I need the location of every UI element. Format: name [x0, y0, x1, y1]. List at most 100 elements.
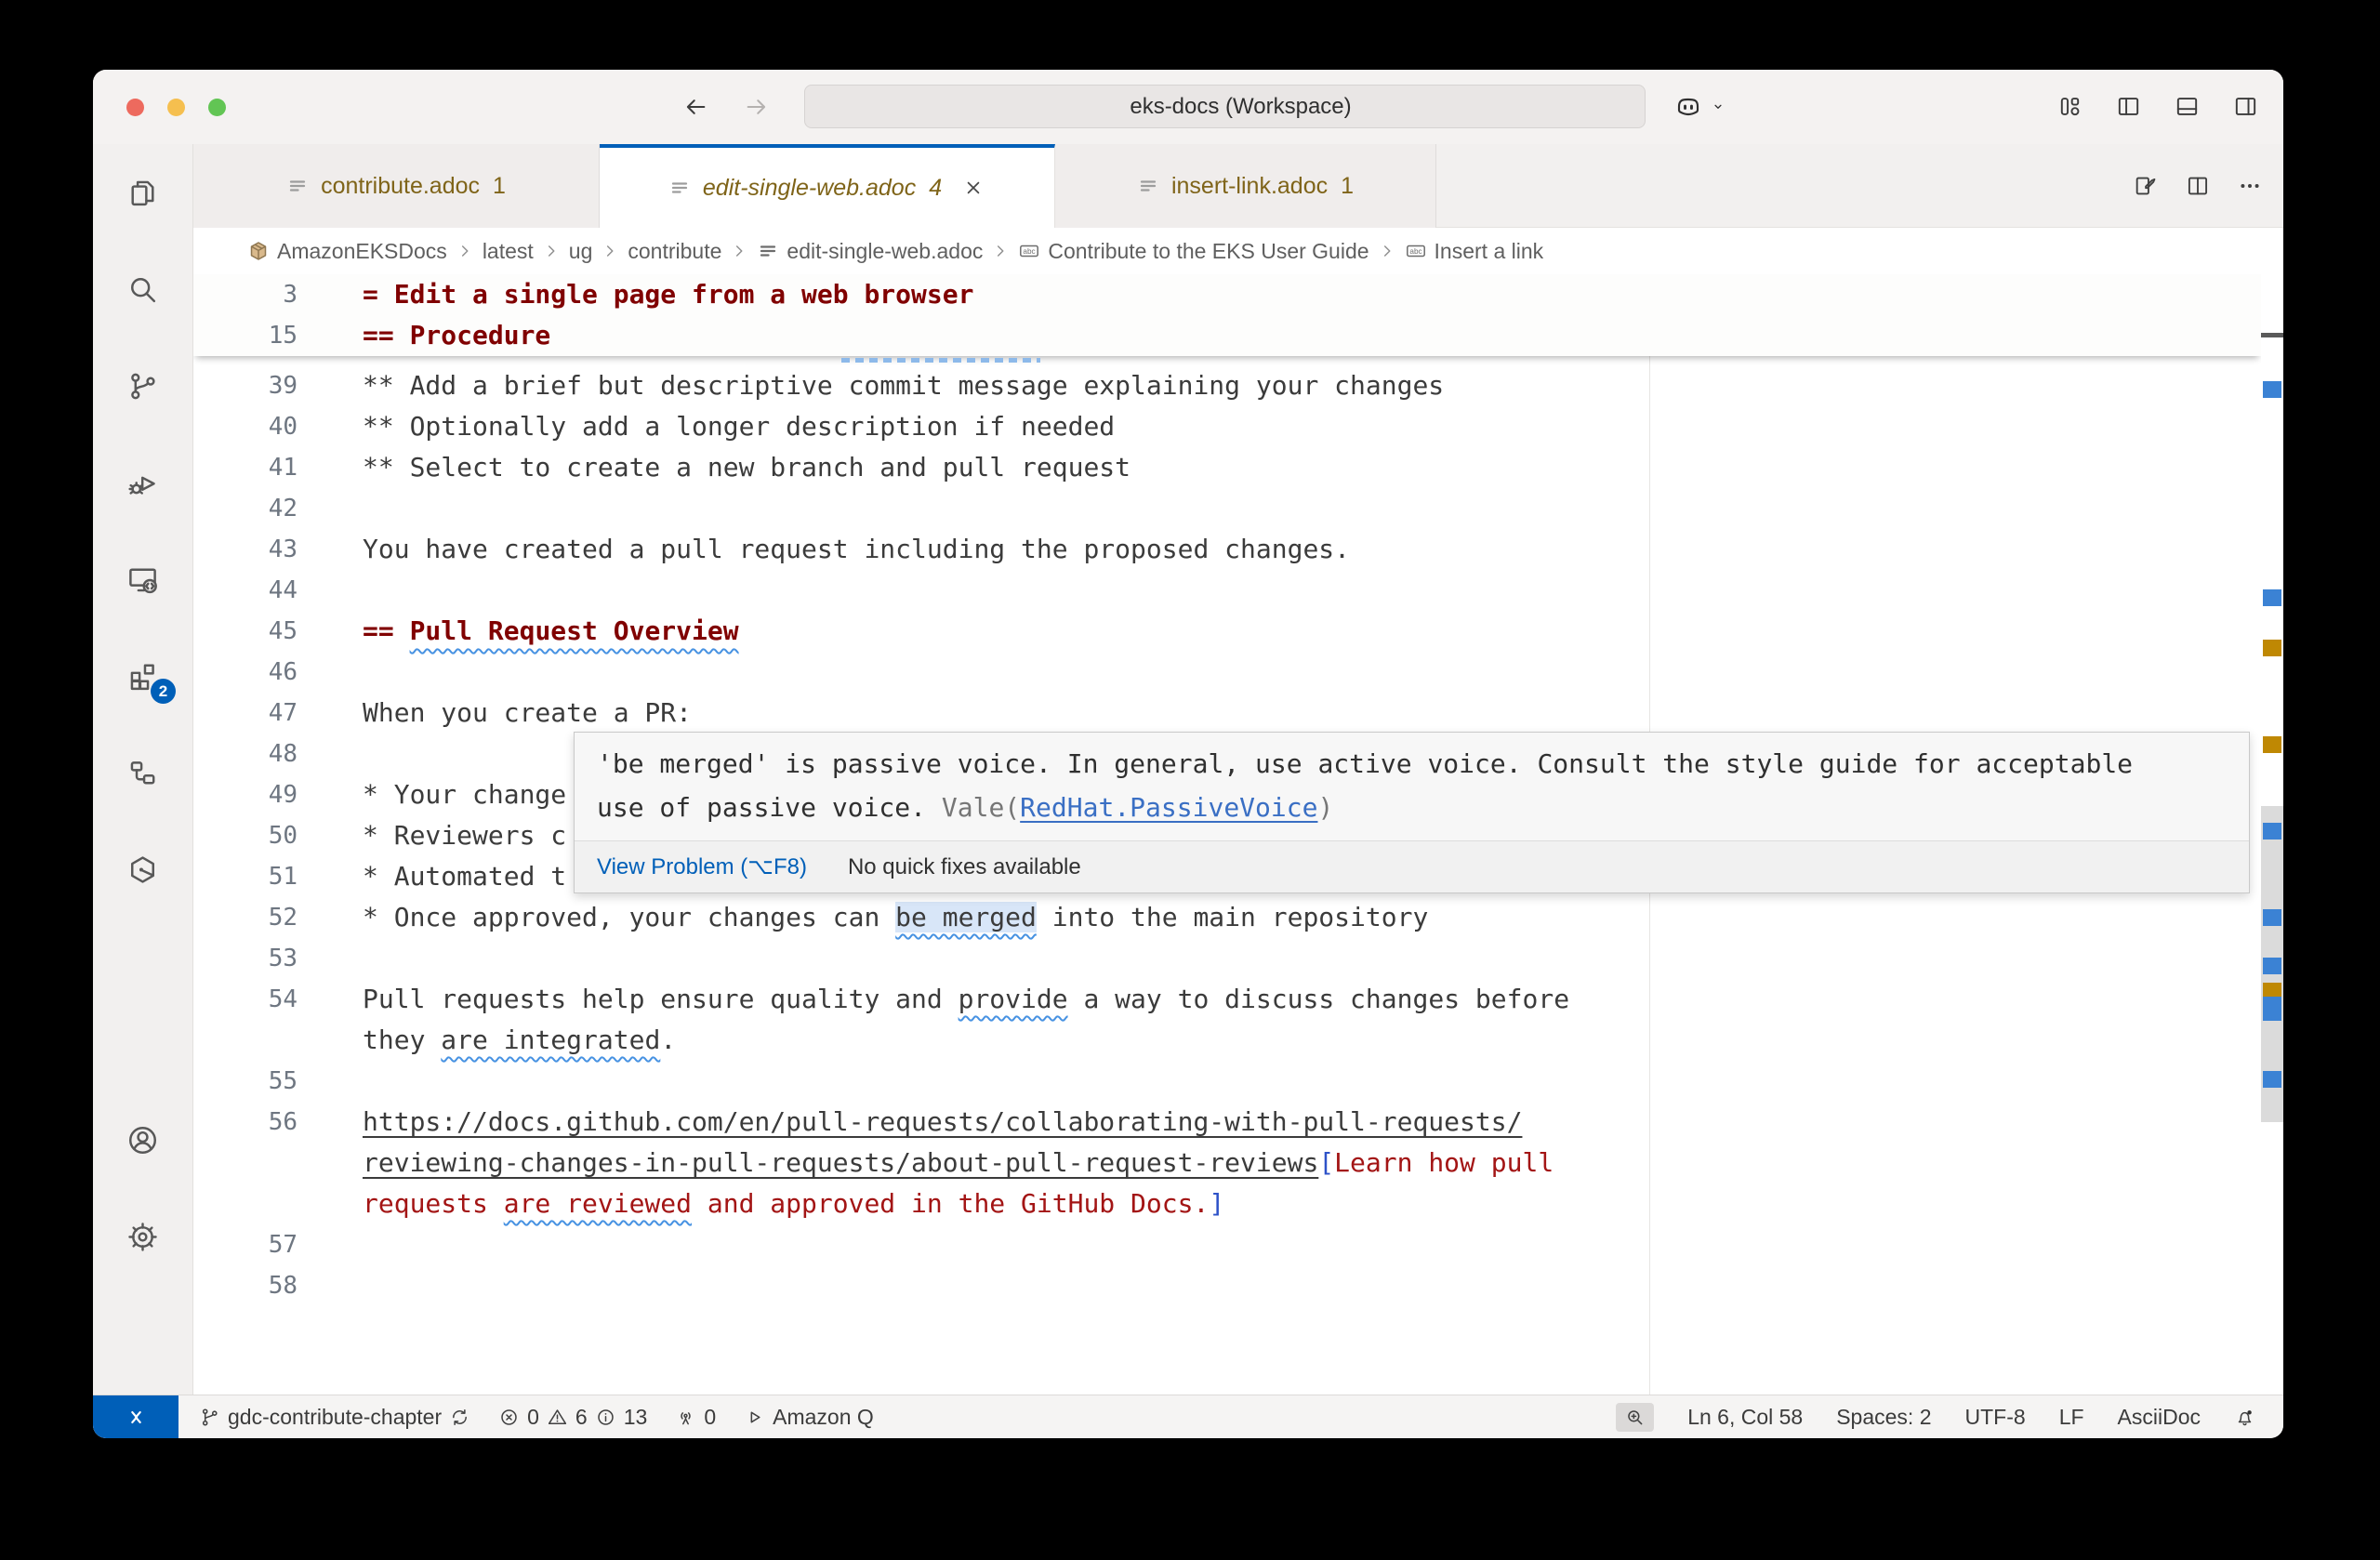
close-window-button[interactable]	[126, 99, 144, 116]
more-actions-button[interactable]	[2237, 173, 2263, 199]
status-ports[interactable]: 0	[675, 1405, 716, 1430]
problem-hover: 'be merged' is passive voice. In general…	[574, 732, 2250, 893]
editor-line[interactable]: 43You have created a pull request includ…	[193, 529, 2283, 570]
breadcrumb-separator-icon	[600, 241, 620, 261]
sidebar-item-settings[interactable]	[93, 1188, 192, 1285]
tab-label: edit-single-web.adoc	[703, 175, 916, 202]
toggle-panel-button[interactable]	[2174, 93, 2201, 120]
status-encoding[interactable]: UTF-8	[1965, 1405, 2026, 1430]
status-eol[interactable]: LF	[2059, 1405, 2084, 1430]
editor-line[interactable]: 45== Pull Request Overview	[193, 611, 2283, 652]
editor-line[interactable]: 41** Select to create a new branch and p…	[193, 447, 2283, 488]
editor[interactable]: 39** Add a brief but descriptive commit …	[193, 274, 2283, 1395]
editor-line[interactable]: 55	[193, 1061, 2283, 1102]
tab-insert-link-adoc[interactable]: insert-link.adoc1	[1055, 144, 1436, 228]
line-number: 47	[193, 693, 298, 734]
editor-line[interactable]: they are integrated.	[193, 1020, 2283, 1061]
sticky-line[interactable]: 3= Edit a single page from a web browser	[193, 274, 2261, 315]
customize-layout-button[interactable]	[2056, 93, 2083, 120]
breadcrumb-item[interactable]: ug	[569, 239, 593, 264]
line-number: 56	[193, 1102, 298, 1143]
breadcrumb-item[interactable]: edit-single-web.adoc	[757, 239, 983, 264]
sidebar-item-explorer[interactable]	[93, 144, 192, 241]
adoc-file-icon	[1137, 175, 1159, 197]
problem-message: 'be merged' is passive voice. In general…	[575, 733, 2249, 840]
editor-line[interactable]: reviewing-changes-in-pull-requests/about…	[193, 1143, 2283, 1183]
remote-indicator[interactable]	[93, 1395, 178, 1439]
minimize-window-button[interactable]	[167, 99, 185, 116]
editor-line[interactable]: 44	[193, 570, 2283, 611]
line-number: 39	[193, 365, 298, 406]
line-number: 45	[193, 611, 298, 652]
editor-line[interactable]: 42	[193, 488, 2283, 529]
tab-contribute-adoc[interactable]: contribute.adoc1	[193, 144, 600, 228]
sidebar-item-source-control[interactable]	[93, 337, 192, 434]
command-center[interactable]: eks-docs (Workspace)	[804, 85, 1646, 128]
breadcrumb-item[interactable]: contribute	[628, 239, 721, 264]
layout-controls	[2056, 93, 2259, 120]
sidebar-item-extensions[interactable]: 2	[93, 628, 192, 724]
tab-problem-count: 1	[493, 173, 506, 200]
zoom-window-button[interactable]	[208, 99, 226, 116]
sidebar-item-search[interactable]	[93, 241, 192, 337]
search-icon	[126, 272, 160, 307]
abc-icon: abc	[1405, 240, 1427, 262]
forward-button[interactable]	[743, 93, 771, 121]
back-button[interactable]	[681, 93, 709, 121]
breadcrumb-separator-icon	[729, 241, 749, 261]
editor-line[interactable]: 53	[193, 938, 2283, 979]
error-icon	[498, 1407, 520, 1428]
status-problems[interactable]: 0613	[498, 1405, 647, 1430]
breadcrumb-item[interactable]: AmazonEKSDocs	[247, 239, 447, 264]
vscode-window: eks-docs (Workspace) 2 contribute.adoc1e…	[93, 70, 2283, 1438]
status-branch[interactable]: gdc-contribute-chapter	[199, 1405, 470, 1430]
sticky-line[interactable]: 15== Procedure	[193, 315, 2261, 356]
problem-source-link[interactable]: RedHat.PassiveVoice	[1020, 792, 1317, 823]
status-amazon-q[interactable]: Amazon Q	[744, 1405, 874, 1430]
tab-edit-single-web-adoc[interactable]: edit-single-web.adoc4	[600, 144, 1055, 228]
line-number: 49	[193, 774, 298, 815]
info-mark	[2263, 997, 2281, 1021]
line-number: 50	[193, 815, 298, 856]
editor-line[interactable]: 47When you create a PR:	[193, 693, 2283, 734]
sidebar-item-remote-explorer[interactable]	[93, 531, 192, 628]
sidebar-item-hexagon-tool-view[interactable]	[93, 821, 192, 918]
breadcrumb-item[interactable]: abcContribute to the EKS User Guide	[1018, 239, 1368, 264]
cursor-position-mark	[2261, 333, 2283, 337]
status-notifications[interactable]	[2234, 1407, 2255, 1428]
bell-icon	[2234, 1407, 2255, 1428]
abc-icon: abc	[1018, 240, 1040, 262]
breadcrumb-item[interactable]: abcInsert a link	[1405, 239, 1544, 264]
line-number: 52	[193, 897, 298, 938]
editor-line[interactable]: 54Pull requests help ensure quality and …	[193, 979, 2283, 1020]
line-number: 57	[193, 1224, 298, 1265]
sidebar-item-org-chart-view[interactable]	[93, 724, 192, 821]
sidebar-item-accounts[interactable]	[93, 1091, 192, 1188]
sticky-scroll: 3= Edit a single page from a web browser…	[193, 274, 2261, 356]
info-icon	[595, 1407, 616, 1428]
editor-line[interactable]: 39** Add a brief but descriptive commit …	[193, 365, 2283, 406]
copilot-menu[interactable]	[1673, 92, 1727, 122]
status-indentation[interactable]: Spaces: 2	[1836, 1405, 1931, 1430]
sidebar-item-run-debug[interactable]	[93, 434, 192, 531]
split-editor-button[interactable]	[2185, 173, 2211, 199]
editor-line[interactable]: requests are reviewed and approved in th…	[193, 1183, 2283, 1224]
status-cursor-position[interactable]: Ln 6, Col 58	[1687, 1405, 1803, 1430]
editor-line[interactable]: 52* Once approved, your changes can be m…	[193, 897, 2283, 938]
line-number: 55	[193, 1061, 298, 1102]
editor-line[interactable]: 40** Optionally add a longer description…	[193, 406, 2283, 447]
view-problem-link[interactable]: View Problem (⌥F8)	[597, 853, 807, 880]
search-icon	[1098, 96, 1120, 118]
close-tab-button[interactable]	[961, 176, 985, 200]
toggle-primary-sidebar-button[interactable]	[2115, 93, 2142, 120]
editor-line[interactable]: 57	[193, 1224, 2283, 1265]
editor-line[interactable]: 56https://docs.github.com/en/pull-reques…	[193, 1102, 2283, 1143]
status-language-mode[interactable]: AsciiDoc	[2118, 1405, 2201, 1430]
status-zoom-status[interactable]	[1616, 1403, 1654, 1432]
editor-line[interactable]: 46	[193, 652, 2283, 693]
breadcrumb-item[interactable]: latest	[483, 239, 534, 264]
editor-line[interactable]: 58	[193, 1265, 2283, 1306]
open-changes-button[interactable]	[2133, 173, 2159, 199]
breadcrumb-separator-icon	[1377, 241, 1397, 261]
toggle-secondary-sidebar-button[interactable]	[2232, 93, 2259, 120]
